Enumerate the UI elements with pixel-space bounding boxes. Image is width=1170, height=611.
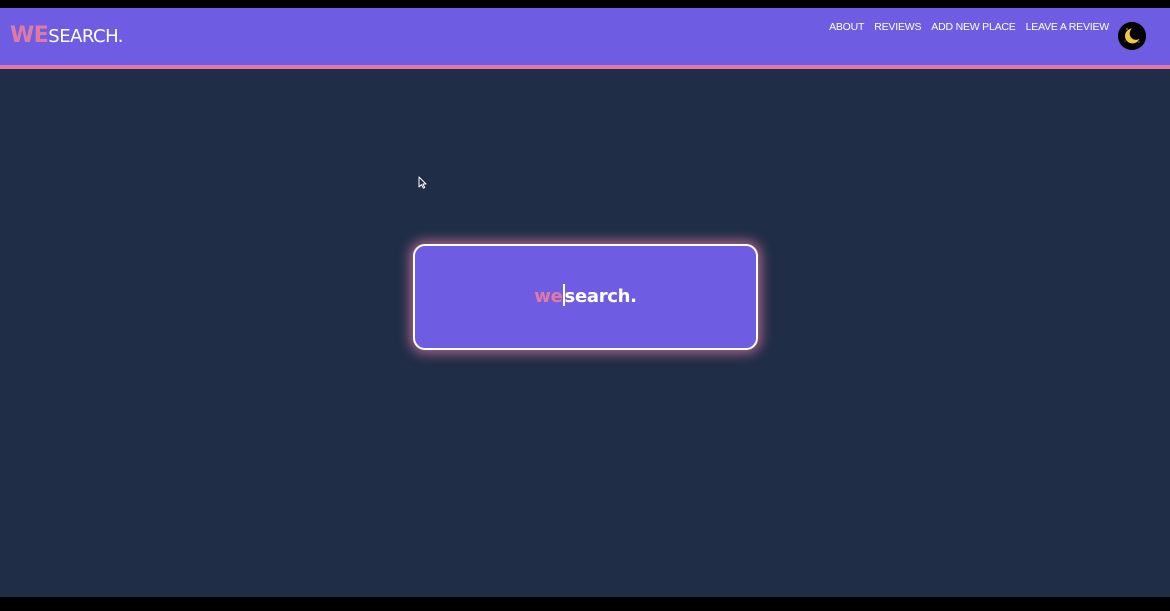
search-input[interactable]: we search. (415, 284, 756, 307)
moon-icon (1118, 22, 1146, 50)
brand-suffix: SEARCH. (48, 26, 124, 47)
brand-logo[interactable]: WESEARCH. (10, 23, 124, 48)
nav-link-about[interactable]: ABOUT (829, 21, 864, 33)
bottom-bar (0, 597, 1170, 611)
nav-link-leave-a-review[interactable]: LEAVE A REVIEW (1026, 21, 1110, 33)
page-viewport: WESEARCH. ABOUT REVIEWS ADD NEW PLACE LE… (0, 8, 1170, 597)
brand-prefix: WE (10, 23, 49, 48)
mouse-pointer-icon (418, 176, 427, 194)
search-box[interactable]: we search. (413, 244, 758, 350)
search-remaining-text: search. (564, 286, 637, 307)
search-typed-text: we (534, 286, 563, 307)
top-navbar: WESEARCH. ABOUT REVIEWS ADD NEW PLACE LE… (0, 8, 1170, 69)
theme-toggle-button[interactable] (1118, 22, 1146, 50)
nav-link-reviews[interactable]: REVIEWS (874, 21, 921, 33)
nav-links: ABOUT REVIEWS ADD NEW PLACE LEAVE A REVI… (829, 21, 1109, 33)
screen-frame: WESEARCH. ABOUT REVIEWS ADD NEW PLACE LE… (0, 0, 1170, 611)
nav-link-add-new-place[interactable]: ADD NEW PLACE (931, 21, 1016, 33)
